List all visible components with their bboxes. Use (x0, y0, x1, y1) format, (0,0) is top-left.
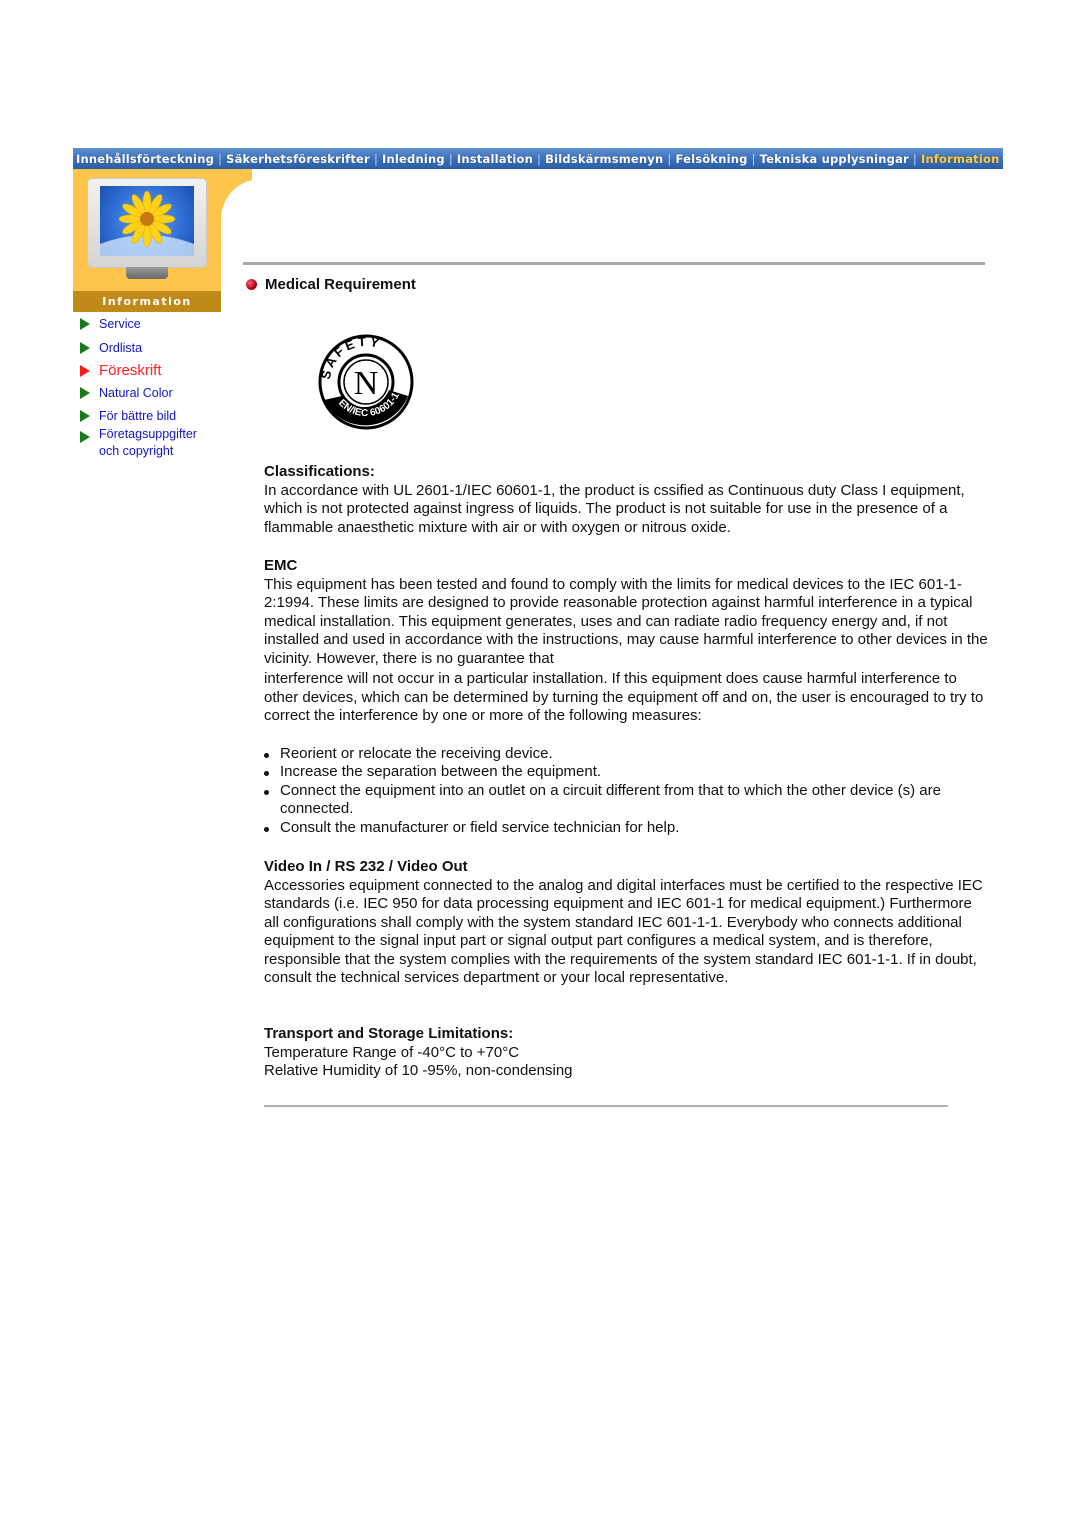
page-title-row: Medical Requirement (246, 276, 416, 293)
nav-item-sakerhetsforeskrifter[interactable]: Säkerhetsföreskrifter (223, 152, 373, 166)
list-item: Reorient or relocate the receiving devic… (239, 745, 989, 764)
top-divider (243, 262, 985, 265)
sidebar-menu: Service Ordlista Föreskrift Natural Colo… (80, 313, 230, 460)
bullet-ball-icon (246, 279, 257, 290)
arrow-right-icon (80, 318, 90, 330)
logo-center-letter: N (354, 365, 379, 402)
nav-item-inledning[interactable]: Inledning (379, 152, 448, 166)
nav-item-information[interactable]: Information (918, 152, 1003, 166)
emc-text-2: interference will not occur in a particu… (264, 670, 984, 724)
bottom-divider (264, 1105, 948, 1107)
nav-item-installation[interactable]: Installation (454, 152, 536, 166)
nav-item-innehallsforteckning[interactable]: Innehållsförteckning (73, 152, 217, 166)
arrow-right-icon (80, 410, 90, 422)
classifications-section: Classifications: In accordance with UL 2… (264, 463, 989, 537)
video-text: Accessories equipment connected to the a… (264, 876, 983, 987)
emc-section: EMC This equipment has been tested and f… (264, 557, 989, 837)
video-section: Video In / RS 232 / Video Out Accessorie… (264, 858, 989, 988)
sidebar-item-label[interactable]: Företagsuppgifter och copyright (99, 426, 220, 460)
monitor-illustration (88, 179, 206, 279)
transport-section: Transport and Storage Limitations: Tempe… (264, 1025, 989, 1081)
sidebar-item-foreskrift[interactable]: Föreskrift (80, 362, 230, 379)
list-item: Increase the separation between the equi… (239, 763, 989, 782)
sidebar-item-label[interactable]: Ordlista (99, 340, 142, 357)
sidebar-item-label[interactable]: Service (99, 316, 141, 333)
monitor-stand (126, 267, 168, 279)
emc-text-1: This equipment has been tested and found… (264, 575, 988, 667)
classifications-heading: Classifications: (264, 463, 375, 480)
top-nav-bar: Innehållsförteckning | Säkerhetsföreskri… (73, 148, 1003, 169)
relative-humidity: Relative Humidity of 10 -95%, non-conden… (264, 1062, 573, 1079)
nav-item-tekniska-upplysningar[interactable]: Tekniska upplysningar (757, 152, 912, 166)
sidebar-item-service[interactable]: Service (80, 316, 230, 333)
video-heading: Video In / RS 232 / Video Out (264, 858, 468, 875)
temperature-range: Temperature Range of -40°C to +70°C (264, 1043, 520, 1061)
sidebar-item-ordlista[interactable]: Ordlista (80, 340, 230, 357)
arrow-right-icon (80, 387, 90, 399)
safety-certification-logo: N SAFETY EN/IEC 60601-1 (318, 334, 414, 430)
classifications-text: In accordance with UL 2601-1/IEC 60601-1… (264, 481, 965, 536)
emc-measures-list: Reorient or relocate the receiving devic… (239, 745, 989, 838)
sidebar-item-label[interactable]: Natural Color (99, 385, 173, 402)
emc-heading: EMC (264, 557, 298, 574)
sidebar-section-label: Information (73, 291, 221, 312)
arrow-right-icon (80, 365, 90, 377)
list-item: Connect the equipment into an outlet on … (239, 782, 989, 819)
arrow-right-icon (80, 342, 90, 354)
sunflower-icon (100, 190, 194, 256)
sidebar-item-label[interactable]: Föreskrift (99, 362, 162, 379)
banner-cutout (221, 179, 261, 319)
sidebar-item-natural-color[interactable]: Natural Color (80, 385, 230, 402)
arrow-right-icon (80, 431, 90, 443)
list-item: Consult the manufacturer or field servic… (239, 819, 989, 838)
nav-item-bildskarmsmenyn[interactable]: Bildskärmsmenyn (542, 152, 666, 166)
sidebar-item-foretagsuppgifter[interactable]: Företagsuppgifter och copyright (80, 426, 220, 460)
nav-item-felsokning[interactable]: Felsökning (672, 152, 750, 166)
sidebar-item-label[interactable]: För bättre bild (99, 408, 176, 425)
monitor-screen (100, 186, 194, 256)
page-title: Medical Requirement (265, 276, 416, 293)
sidebar-item-for-battre-bild[interactable]: För bättre bild (80, 408, 230, 425)
transport-heading: Transport and Storage Limitations: (264, 1025, 514, 1042)
